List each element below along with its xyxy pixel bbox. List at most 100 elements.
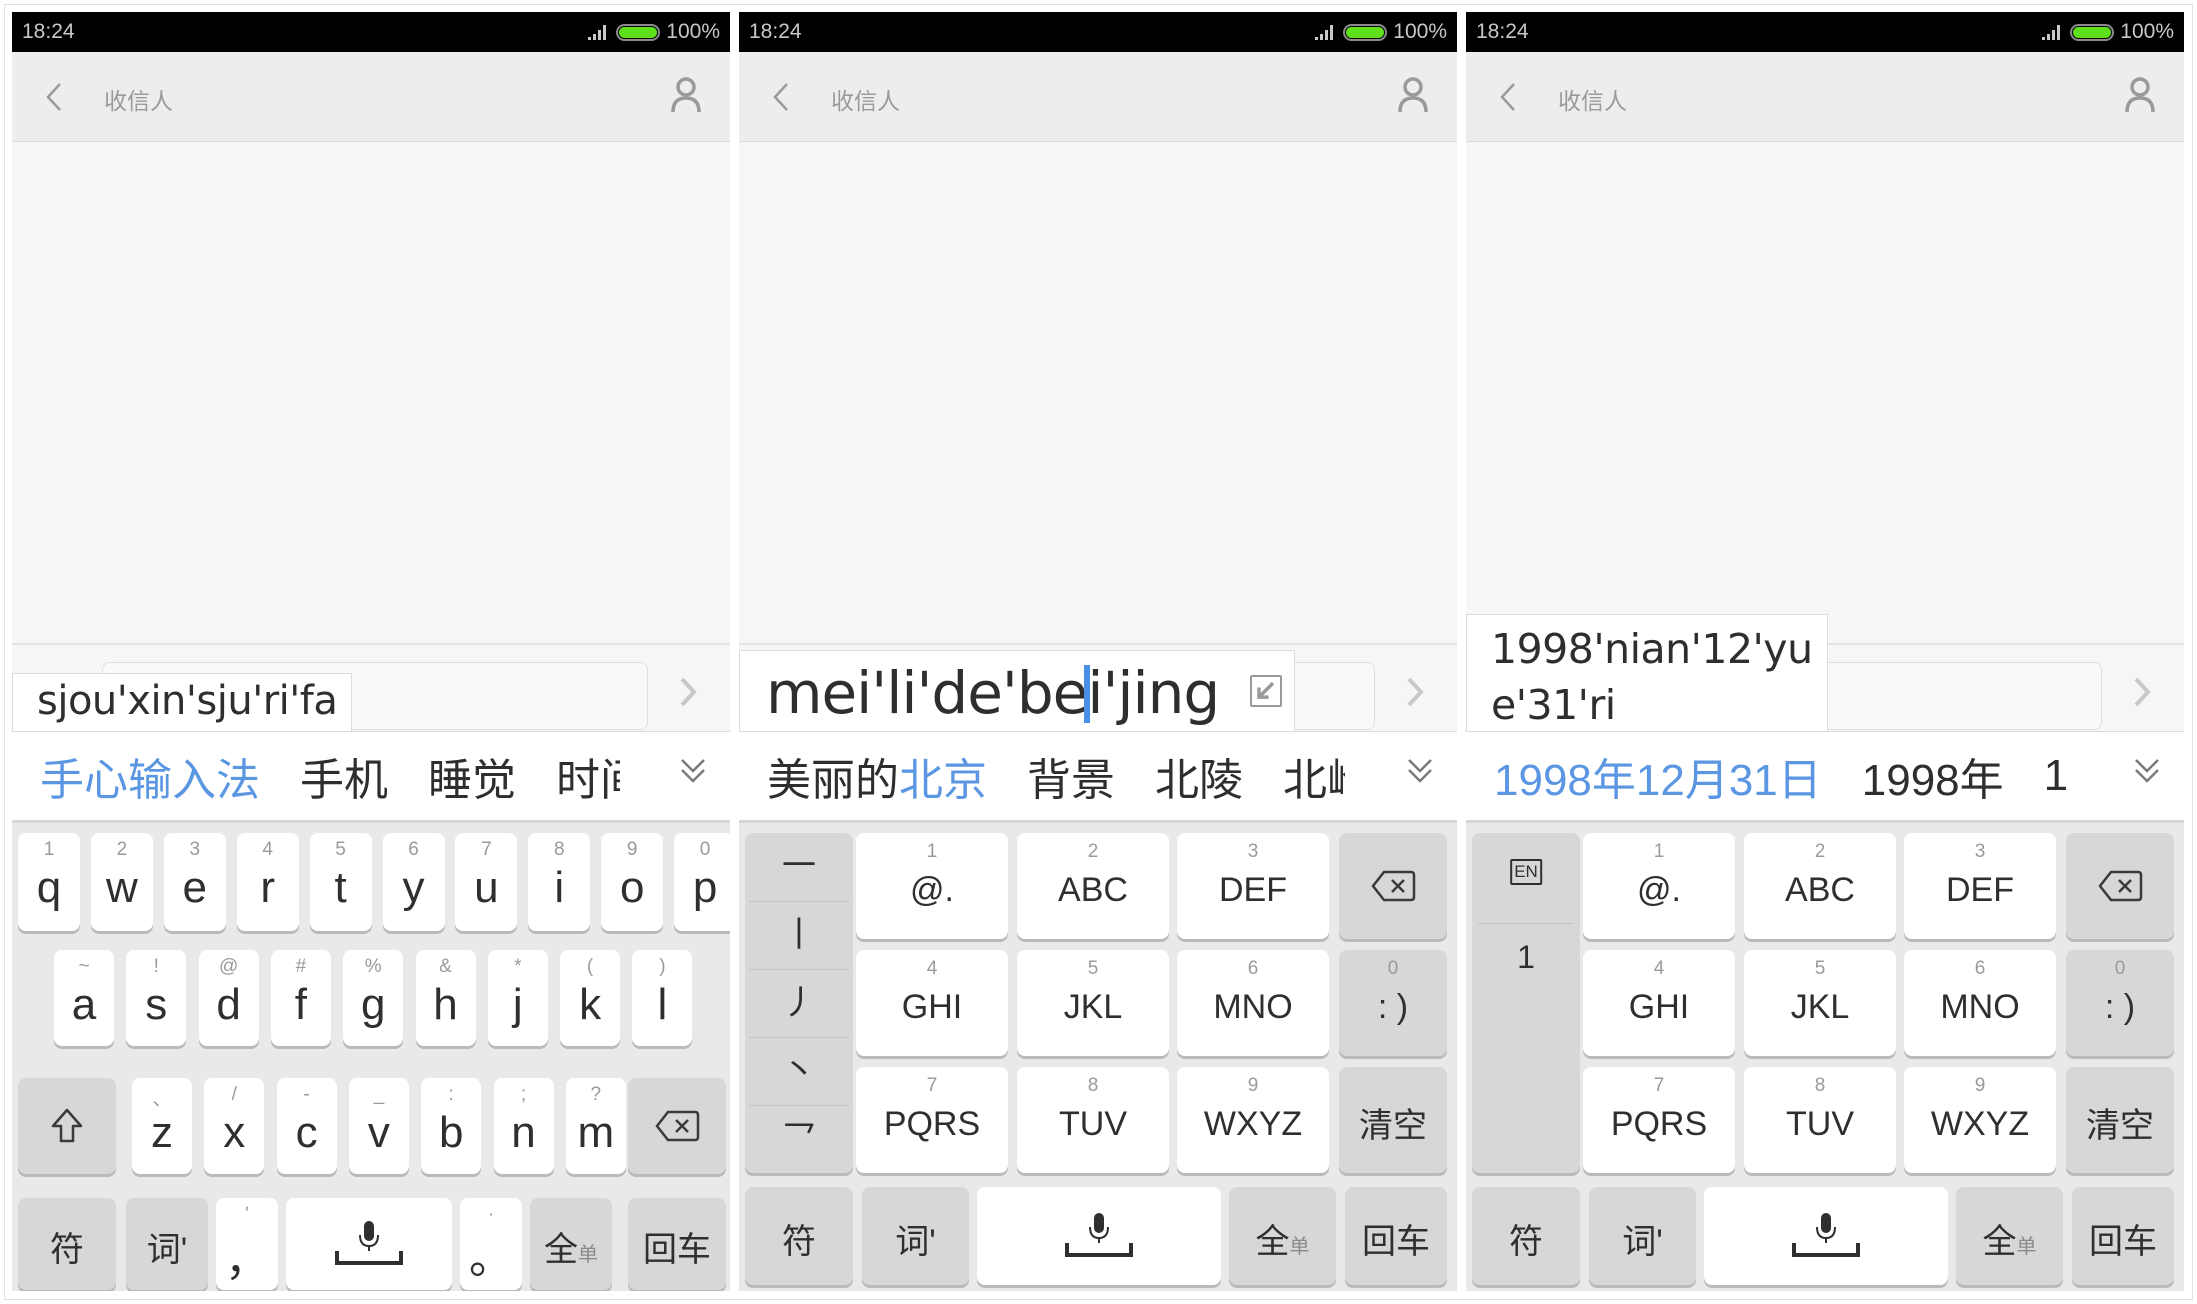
person-icon[interactable] <box>1397 76 1429 114</box>
stroke-key[interactable]: 丨 <box>749 901 849 969</box>
backspace-key[interactable] <box>2066 833 2174 939</box>
t9-key-JKL[interactable]: 5 JKL <box>1017 950 1169 1056</box>
expand-candidates-icon[interactable] <box>1405 754 1435 790</box>
chevron-right-icon[interactable] <box>2130 675 2154 709</box>
word-key[interactable]: 词' <box>126 1198 208 1290</box>
candidate[interactable]: 1998年 <box>1862 744 2004 808</box>
t9-key-ABC[interactable]: 2 ABC <box>1744 833 1896 939</box>
key-z[interactable]: 、 z <box>132 1078 192 1174</box>
key-b[interactable]: :b <box>421 1078 482 1174</box>
key-q[interactable]: 1q <box>18 833 80 931</box>
stroke-key[interactable]: 丶 <box>749 1037 849 1105</box>
t9-key-WXYZ[interactable]: 9 WXYZ <box>1177 1067 1329 1173</box>
key-n[interactable]: ; n <box>493 1078 554 1174</box>
t9-key-PQRS[interactable]: 7 PQRS <box>856 1067 1008 1173</box>
enter-key[interactable]: 回车 <box>2072 1187 2174 1285</box>
word-key[interactable]: 词' <box>862 1187 969 1285</box>
space-voice-key[interactable] <box>977 1187 1221 1285</box>
chevron-left-icon[interactable] <box>1494 80 1524 114</box>
key-y[interactable]: 6y <box>382 833 445 931</box>
chevron-right-icon[interactable] <box>676 675 700 709</box>
full-half-width-key[interactable]: 全单 <box>1956 1187 2063 1285</box>
word-key[interactable]: 词' <box>1589 1187 1696 1285</box>
t9-key-MNO[interactable]: 6 MNO <box>1177 950 1329 1056</box>
t9-key-DEF[interactable]: 3 DEF <box>1177 833 1329 939</box>
space-voice-key[interactable] <box>1704 1187 1948 1285</box>
t9-key-GHI[interactable]: 4 GHI <box>1583 950 1735 1056</box>
t9-key-PQRS[interactable]: 7 PQRS <box>1583 1067 1735 1173</box>
t9-key-MNO[interactable]: 6 MNO <box>1904 950 2056 1056</box>
symbol-key[interactable]: 符 <box>18 1198 116 1290</box>
key-x[interactable]: / x <box>204 1078 265 1174</box>
candidate[interactable]: 手机 <box>300 744 388 808</box>
t9-key-WXYZ[interactable]: 9 WXYZ <box>1904 1067 2056 1173</box>
full-half-width-key[interactable]: 全单 <box>530 1198 612 1290</box>
shift-key[interactable] <box>18 1078 116 1174</box>
backspace-key[interactable] <box>1339 833 1447 939</box>
key-f[interactable]: # f <box>270 950 331 1046</box>
collapse-arrow-icon[interactable] <box>1250 675 1282 707</box>
space-voice-key[interactable] <box>286 1198 452 1290</box>
t9-key-GHI[interactable]: 4 GHI <box>856 950 1008 1056</box>
key-o[interactable]: 9o <box>601 833 664 931</box>
key-r[interactable]: 4r <box>236 833 299 931</box>
t9-key-TUV[interactable]: 8 TUV <box>1017 1067 1169 1173</box>
key-g[interactable]: % g <box>343 950 404 1046</box>
key-j[interactable]: * j <box>487 950 548 1046</box>
candidate[interactable]: 美丽的北京 <box>767 744 987 808</box>
t9-key-ABC[interactable]: 2 ABC <box>1017 833 1169 939</box>
full-half-width-key[interactable]: 全单 <box>1229 1187 1336 1285</box>
key-u[interactable]: 7u <box>455 833 518 931</box>
chevron-left-icon[interactable] <box>767 80 797 114</box>
clear-key[interactable]: 清空 <box>1339 1067 1447 1173</box>
person-icon[interactable] <box>2124 76 2156 114</box>
key-i[interactable]: 8i <box>528 833 591 931</box>
key-t[interactable]: 5t <box>309 833 372 931</box>
expand-candidates-icon[interactable] <box>2132 754 2162 790</box>
stroke-key[interactable]: 丿 <box>749 969 849 1037</box>
t9-key-JKL[interactable]: 5 JKL <box>1744 950 1896 1056</box>
symbol-key[interactable]: 符 <box>745 1187 853 1285</box>
zero-emoticon-key[interactable]: 0: ) <box>1339 950 1447 1056</box>
candidate[interactable]: 1998年12月31日 <box>1494 744 1822 808</box>
key-e[interactable]: 3e <box>163 833 226 931</box>
t9-key-@.[interactable]: 1 @. <box>1583 833 1735 939</box>
comma-key[interactable]: '， <box>216 1198 278 1290</box>
chevron-right-icon[interactable] <box>1403 675 1427 709</box>
key-s[interactable]: ! s <box>126 950 187 1046</box>
t9-key-@.[interactable]: 1 @. <box>856 833 1008 939</box>
candidate[interactable]: 睡觉 <box>428 744 516 808</box>
pinyin-composition[interactable]: mei'li'de'bei'jing <box>739 650 1295 731</box>
stroke-key[interactable]: 乛 <box>749 1105 849 1173</box>
key-l[interactable]: ) l <box>632 950 693 1046</box>
chevron-left-icon[interactable] <box>40 80 70 114</box>
key-w[interactable]: 2w <box>90 833 153 931</box>
enter-key[interactable]: 回车 <box>1345 1187 1447 1285</box>
en-toggle[interactable]: EN <box>1510 859 1542 885</box>
t9-key-DEF[interactable]: 3 DEF <box>1904 833 2056 939</box>
candidate[interactable]: 时间 <box>556 744 620 808</box>
candidate[interactable]: 手心输入法 <box>40 744 260 808</box>
clear-key[interactable]: 清空 <box>2066 1067 2174 1173</box>
key-k[interactable]: (k <box>560 950 621 1046</box>
candidate[interactable]: 1 <box>2044 751 2068 801</box>
enter-key[interactable]: 回车 <box>628 1198 726 1290</box>
key-c[interactable]: -c <box>276 1078 337 1174</box>
t9-key-TUV[interactable]: 8 TUV <box>1744 1067 1896 1173</box>
person-icon[interactable] <box>670 76 702 114</box>
backspace-key[interactable] <box>628 1078 726 1174</box>
key-d[interactable]: @ d <box>198 950 259 1046</box>
candidate[interactable]: 北陵 <box>1155 744 1243 808</box>
candidate[interactable]: 北岭 <box>1283 744 1345 808</box>
stroke-key[interactable]: 一 <box>749 833 849 901</box>
number-candidate[interactable]: 1 <box>1472 939 1580 976</box>
candidate[interactable]: 背景 <box>1027 744 1115 808</box>
key-p[interactable]: 0p <box>674 833 730 931</box>
period-key[interactable]: ·。 <box>460 1198 522 1290</box>
symbol-key[interactable]: 符 <box>1472 1187 1580 1285</box>
key-v[interactable]: _ v <box>348 1078 409 1174</box>
key-m[interactable]: ? m <box>565 1078 626 1174</box>
expand-candidates-icon[interactable] <box>678 754 708 790</box>
key-a[interactable]: ~ a <box>54 950 114 1046</box>
key-h[interactable]: & h <box>415 950 476 1046</box>
